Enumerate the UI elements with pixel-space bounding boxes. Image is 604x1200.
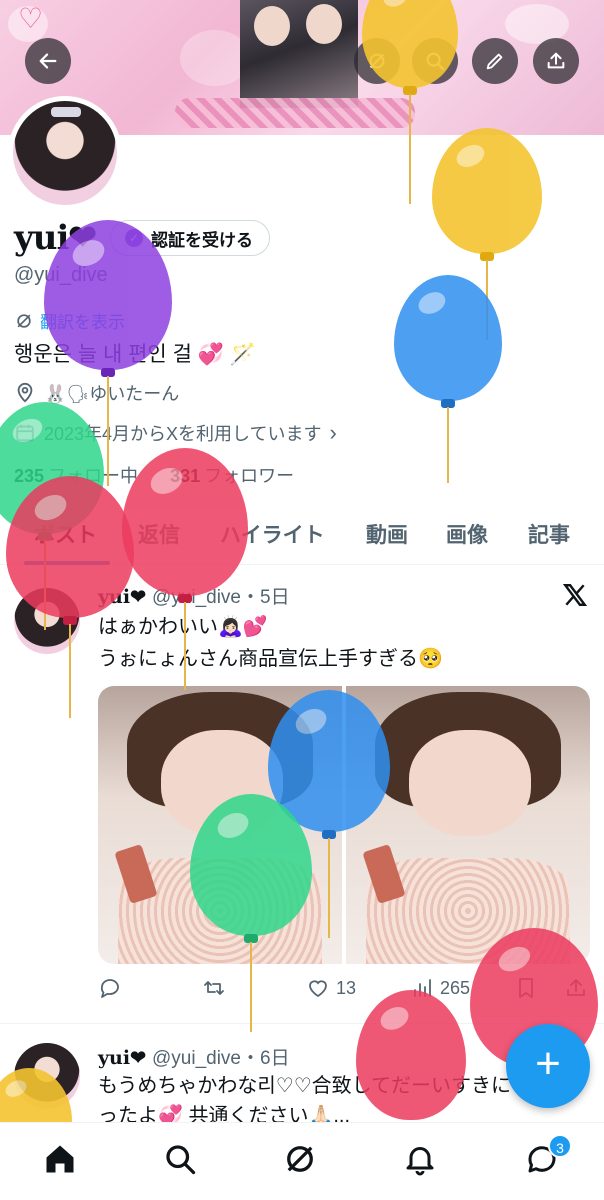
- tab-videos[interactable]: 動画: [366, 519, 408, 549]
- tiara-decoration: [51, 107, 81, 117]
- nav-notifications[interactable]: [402, 1141, 438, 1177]
- balloon-yellow: [432, 128, 542, 343]
- following-link[interactable]: 235 フォロー中: [14, 466, 138, 486]
- heart-decoration-icon: ♡: [18, 3, 44, 34]
- views-count: 265: [440, 977, 471, 998]
- tab-highlights[interactable]: ハイライト: [220, 519, 325, 549]
- post-image[interactable]: [346, 686, 590, 964]
- post-text-line: うぉにょんさん商品宣伝上手すぎる🥺: [98, 648, 443, 670]
- share-icon: [547, 52, 565, 69]
- tab-articles[interactable]: 記事: [528, 519, 570, 549]
- chevron-right-icon: ›: [329, 420, 337, 445]
- post-author-name[interactable]: yui❤: [98, 586, 146, 608]
- follow-stats: 235 フォロー中 331 フォロワー: [14, 462, 294, 488]
- joined-text: 2023年4月からXを利用しています: [44, 424, 322, 444]
- share-button[interactable]: [533, 38, 579, 84]
- post-text-line: もうめちゃかわな리♡♡合致してだーいすきにな: [98, 1075, 532, 1097]
- get-verified-label: 認証を受ける: [151, 230, 253, 250]
- search-button[interactable]: [412, 38, 458, 84]
- bell-icon: [406, 1147, 434, 1176]
- banner-ribbon: [175, 98, 415, 128]
- grok-icon: [369, 53, 385, 69]
- post-header: yui❤ @yui_dive・6日: [98, 1043, 290, 1070]
- active-tab-indicator: [24, 561, 110, 565]
- pencil-icon: [486, 53, 503, 70]
- location-pin-icon: [17, 382, 33, 403]
- profile-bio: 행운은 늘 내 편인 걸 💞 🪄: [14, 343, 256, 366]
- banner-face: [306, 4, 342, 44]
- banner-photo: [240, 0, 358, 108]
- share-post-button[interactable]: [564, 976, 588, 1000]
- image-face: [161, 730, 284, 837]
- post-header: yui❤ @yui_dive・5日: [98, 582, 290, 609]
- profile-avatar[interactable]: [8, 96, 122, 210]
- profile-tabs: ポスト 返信 ハイライト 動画 画像 記事: [0, 505, 604, 565]
- post-avatar[interactable]: [14, 588, 80, 654]
- following-label: フォロー中: [48, 466, 139, 486]
- compose-post-button[interactable]: +: [506, 1024, 590, 1108]
- edit-button[interactable]: [472, 38, 518, 84]
- post-image[interactable]: [98, 686, 342, 964]
- tab-replies[interactable]: 返信: [138, 519, 180, 549]
- arrow-left-icon: [39, 53, 57, 69]
- share-icon: [567, 979, 585, 996]
- heart-icon: [309, 980, 327, 998]
- bookmark-button[interactable]: [514, 976, 538, 1000]
- followers-count: 331: [170, 466, 201, 486]
- grok-icon: [287, 1146, 313, 1172]
- post-author-name[interactable]: yui❤: [98, 1047, 146, 1069]
- followers-link[interactable]: 331 フォロワー: [170, 466, 294, 486]
- grok-button[interactable]: [354, 38, 400, 84]
- reply-icon: [100, 979, 119, 998]
- followers-label: フォロワー: [204, 466, 295, 486]
- repost-icon: [204, 981, 224, 995]
- x-logo-icon: [562, 584, 588, 606]
- profile-handle: @yui_dive: [14, 264, 108, 286]
- post-meta: @yui_dive・6日: [152, 1048, 290, 1069]
- grok-icon: [17, 313, 31, 328]
- translate-link[interactable]: 翻訳を表示: [14, 308, 125, 333]
- profile-name: yui❤: [14, 218, 97, 258]
- location-text: 🐰🗣ゆいたーん: [44, 384, 180, 404]
- joined-row[interactable]: 2023年4月からXを利用しています ›: [14, 420, 337, 446]
- tab-posts[interactable]: ポスト: [34, 519, 97, 549]
- verified-badge-icon: ✓: [125, 229, 143, 247]
- back-button[interactable]: [25, 38, 71, 84]
- home-icon: [46, 1145, 74, 1173]
- bottom-navigation: [0, 1122, 604, 1200]
- location-row: 🐰🗣ゆいたーん: [14, 380, 179, 406]
- search-icon: [426, 52, 445, 71]
- tab-images[interactable]: 画像: [446, 519, 488, 549]
- get-verified-button[interactable]: ✓ 認証を受ける: [110, 220, 270, 256]
- messages-badge: 3: [548, 1134, 572, 1158]
- nav-grok[interactable]: [282, 1141, 318, 1177]
- repost-button[interactable]: [202, 976, 232, 1000]
- search-icon: [166, 1145, 196, 1175]
- translate-label: 翻訳を表示: [40, 313, 125, 332]
- views-chart-icon: [414, 979, 431, 997]
- post-media[interactable]: [98, 686, 590, 964]
- post-text-line: はぁかわいい🙇🏻‍♀️💕: [98, 616, 268, 638]
- reply-button[interactable]: [98, 976, 128, 1000]
- like-count: 13: [336, 977, 357, 998]
- nav-search[interactable]: [162, 1141, 198, 1177]
- balloon-blue: [394, 275, 502, 485]
- image-face: [409, 730, 532, 837]
- calendar-icon: [16, 424, 34, 442]
- bookmark-icon: [519, 978, 533, 998]
- post-actions: 13 265: [98, 976, 590, 1006]
- like-button[interactable]: 13: [306, 976, 356, 1000]
- nav-home[interactable]: [42, 1141, 78, 1177]
- banner-face: [254, 6, 290, 46]
- post-meta: @yui_dive・5日: [152, 587, 290, 608]
- post-avatar[interactable]: [14, 1043, 80, 1109]
- following-count: 235: [14, 466, 45, 486]
- views-button[interactable]: 265: [410, 976, 470, 1000]
